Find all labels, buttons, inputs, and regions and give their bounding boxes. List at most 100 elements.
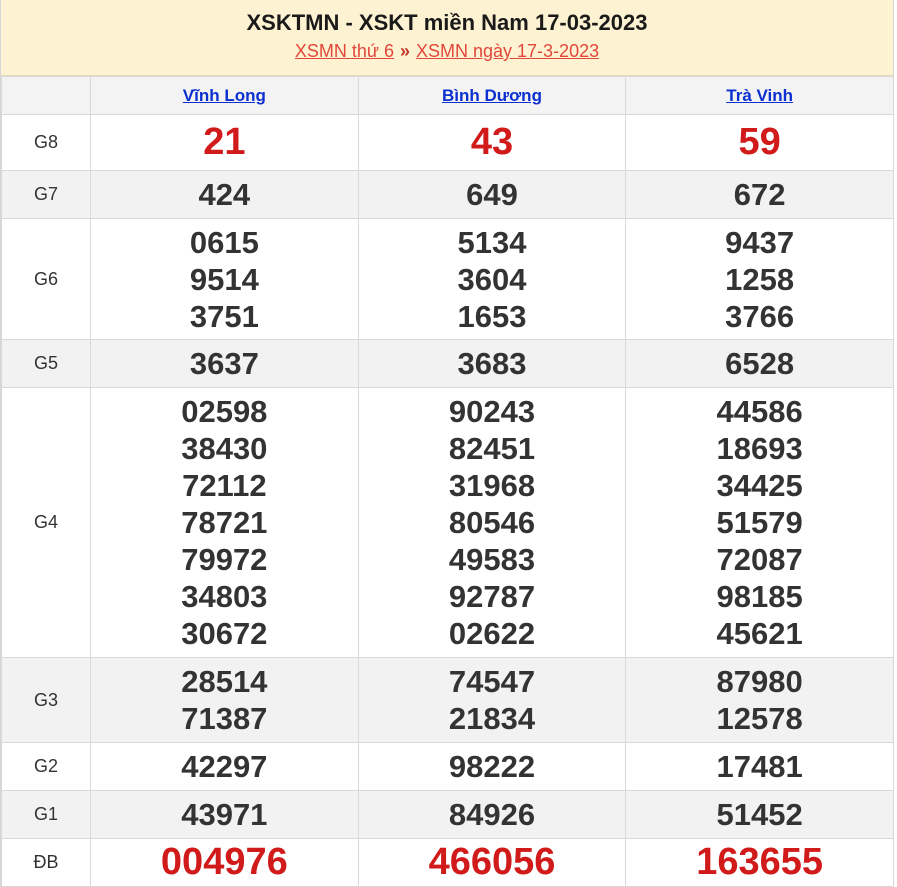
result-cell: 74547 21834 [357,657,627,743]
result-cell: 672 [625,170,894,219]
result-number: 34425 [716,468,803,503]
result-number: 1653 [457,298,527,334]
result-number: 02598 [181,394,268,429]
result-number: 466056 [428,841,556,883]
result-cell: 3637 [90,339,359,388]
result-cell: 466056 [357,838,627,887]
result-number: 5134 [457,224,527,260]
result-number: 02622 [448,616,536,651]
result-number: 3751 [189,298,259,334]
result-number: 51579 [716,505,803,540]
result-cell: 9437 1258 3766 [625,218,894,340]
result-number: 51452 [716,797,803,832]
result-number: 38430 [181,431,268,466]
result-cell: 163655 [625,838,894,887]
result-cell: 59 [625,114,894,171]
prize-label: G4 [1,387,91,658]
result-number: 98222 [448,749,536,784]
result-number: 90243 [448,394,536,429]
result-number: 21834 [448,701,536,736]
province-link-vinh-long[interactable]: Vĩnh Long [183,86,266,105]
result-number: 0615 [189,224,259,260]
results-body: G8 21 43 59 G7 424 649 672 G6 0615 9514 3751 5134 360… [1,114,894,887]
table-row: G2 42297 98222 17481 [1,742,894,791]
prize-label: G2 [1,742,91,791]
province-link-tra-vinh[interactable]: Trà Vinh [726,86,793,105]
result-number: 45621 [716,616,803,651]
result-number: 80546 [448,505,536,540]
result-cell: 004976 [90,838,359,887]
prize-label: G7 [1,170,91,219]
table-row: G8 21 43 59 [1,114,894,171]
result-number: 004976 [160,841,288,883]
xsmn-weekday-link[interactable]: XSMN thứ 6 [295,41,394,61]
result-number: 44586 [716,394,803,429]
result-number: 6528 [725,346,795,381]
table-row: G1 43971 84926 51452 [1,790,894,839]
result-cell: 84926 [357,790,627,839]
results-header: XSKTMN - XSKT miền Nam 17-03-2023 XSMN t… [1,0,893,76]
result-cell: 87980 12578 [625,657,894,743]
result-number: 43971 [181,797,268,832]
prize-label: G3 [1,657,91,743]
result-number: 59 [738,121,781,163]
result-number: 9437 [725,224,795,260]
breadcrumb: XSMN thứ 6» XSMN ngày 17-3-2023 [1,40,893,62]
breadcrumb-separator: » [399,41,410,61]
result-cell: 43 [357,114,627,171]
result-number: 163655 [696,841,824,883]
result-number: 3766 [725,298,795,334]
result-number: 21 [203,121,246,163]
province-link-binh-duong[interactable]: Bình Dương [442,86,542,105]
result-cell: 28514 71387 [90,657,359,743]
result-number: 31968 [448,468,536,503]
result-cell: 98222 [357,742,627,791]
prize-label: G6 [1,218,91,340]
result-cell: 424 [90,170,359,219]
result-number: 78721 [181,505,268,540]
results-table: Vĩnh Long Bình Dương Trà Vinh G8 21 43 59 G7… [1,76,894,887]
prize-label: G8 [1,114,91,171]
table-row: G4 02598 38430 72112 78721 79972 34803 30672 902… [1,387,894,658]
result-number: 84926 [448,797,536,832]
result-number: 74547 [448,664,536,699]
result-number: 79972 [181,542,268,577]
result-number: 28514 [181,664,268,699]
table-header-row: Vĩnh Long Bình Dương Trà Vinh [1,76,894,115]
result-cell: 17481 [625,742,894,791]
result-number: 3683 [457,346,527,381]
result-number: 1258 [725,261,795,297]
table-row: G7 424 649 672 [1,170,894,219]
result-cell: 02598 38430 72112 78721 79972 34803 30672 [90,387,359,658]
result-number: 49583 [448,542,536,577]
result-number: 30672 [181,616,268,651]
result-cell: 90243 82451 31968 80546 49583 92787 02622 [357,387,627,658]
result-number: 72112 [182,468,267,503]
result-number: 98185 [716,579,803,614]
result-number: 3604 [457,261,527,297]
result-number: 672 [733,177,786,212]
result-number: 34803 [181,579,268,614]
result-number: 43 [470,121,514,163]
result-number: 82451 [448,431,536,466]
result-cell: 3683 [357,339,627,388]
table-row: G5 3637 3683 6528 [1,339,894,388]
result-cell: 51452 [625,790,894,839]
result-number: 72087 [716,542,803,577]
table-row: G6 0615 9514 3751 5134 3604 1653 9437 1258 3766 [1,218,894,340]
result-cell: 649 [357,170,627,219]
prize-label: ĐB [1,838,91,887]
result-cell: 21 [90,114,359,171]
result-number: 18693 [716,431,803,466]
prize-header-cell [1,76,91,115]
result-number: 12578 [716,701,803,736]
table-row: ĐB 004976 466056 163655 [1,838,894,887]
result-number: 17481 [716,749,803,784]
result-number: 3637 [189,346,259,381]
result-cell: 43971 [90,790,359,839]
result-number: 92787 [448,579,536,614]
result-number: 87980 [716,664,803,699]
xsmn-date-link[interactable]: XSMN ngày 17-3-2023 [416,41,599,61]
result-number: 424 [198,177,251,212]
result-cell: 42297 [90,742,359,791]
